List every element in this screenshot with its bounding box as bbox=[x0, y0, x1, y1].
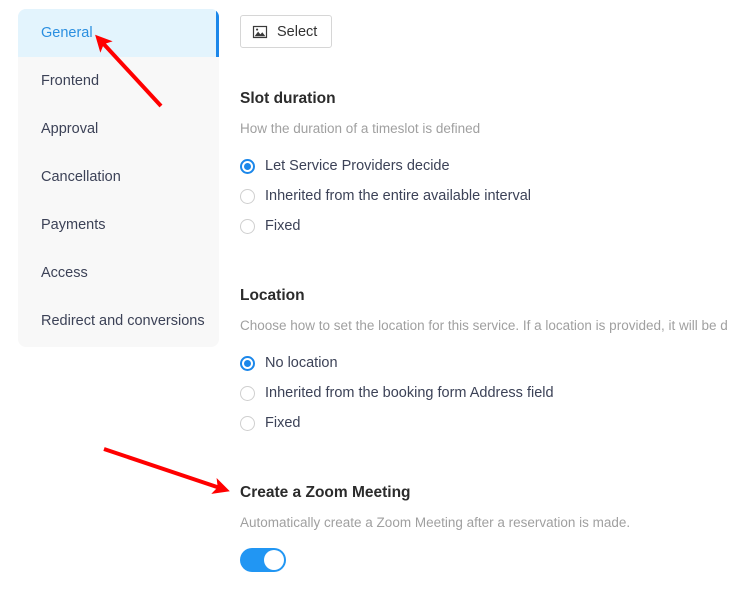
arrow-to-zoom-meeting bbox=[103, 447, 230, 494]
zoom-meeting-toggle[interactable] bbox=[240, 547, 286, 572]
slot-duration-title: Slot duration bbox=[240, 90, 336, 107]
sidebar-item-general[interactable]: General bbox=[18, 9, 219, 57]
sidebar-item-label: Approval bbox=[41, 120, 99, 137]
radio-label: Fixed bbox=[265, 415, 301, 432]
sidebar-item-label: Payments bbox=[41, 216, 106, 233]
settings-main-panel: Select Slot duration How the duration of… bbox=[240, 0, 747, 599]
sidebar-item-payments[interactable]: Payments bbox=[18, 201, 219, 249]
settings-sidebar: General Frontend Approval Cancellation P… bbox=[18, 9, 219, 347]
zoom-meeting-description: Automatically create a Zoom Meeting afte… bbox=[240, 515, 631, 531]
slot-duration-section: Slot duration How the duration of a time… bbox=[240, 90, 747, 242]
radio-mark bbox=[240, 386, 255, 402]
radio-label: Inherited from the booking form Address … bbox=[265, 385, 554, 402]
radio-mark bbox=[240, 219, 255, 235]
select-button-label: Select bbox=[277, 23, 318, 40]
sidebar-item-label: Redirect and conversions bbox=[41, 312, 205, 329]
sidebar-item-label: Access bbox=[41, 264, 88, 281]
radio-mark bbox=[240, 416, 255, 432]
image-icon bbox=[252, 24, 268, 40]
sidebar-item-redirect-and-conversions[interactable]: Redirect and conversions bbox=[18, 297, 219, 345]
zoom-meeting-section: Create a Zoom Meeting Automatically crea… bbox=[240, 484, 747, 577]
select-image-button[interactable]: Select bbox=[240, 15, 333, 48]
radio-mark bbox=[240, 189, 255, 205]
active-indicator-bar bbox=[216, 9, 219, 57]
toggle-knob bbox=[264, 549, 284, 570]
location-description: Choose how to set the location for this … bbox=[240, 318, 728, 334]
radio-label: Let Service Providers decide bbox=[265, 158, 450, 175]
radio-slot-duration-inherited-interval[interactable]: Inherited from the entire available inte… bbox=[240, 182, 747, 212]
slot-duration-description: How the duration of a timeslot is define… bbox=[240, 121, 481, 137]
sidebar-item-label: Cancellation bbox=[41, 168, 121, 185]
settings-page: General Frontend Approval Cancellation P… bbox=[0, 0, 747, 599]
radio-label: Fixed bbox=[265, 218, 301, 235]
zoom-meeting-title: Create a Zoom Meeting bbox=[240, 484, 411, 501]
location-section: Location Choose how to set the location … bbox=[240, 287, 747, 439]
radio-mark bbox=[240, 159, 255, 175]
radio-location-inherited-address-field[interactable]: Inherited from the booking form Address … bbox=[240, 379, 747, 409]
radio-slot-duration-fixed[interactable]: Fixed bbox=[240, 212, 747, 242]
radio-location-no-location[interactable]: No location bbox=[240, 349, 747, 379]
radio-mark bbox=[240, 356, 255, 372]
sidebar-item-access[interactable]: Access bbox=[18, 249, 219, 297]
sidebar-item-approval[interactable]: Approval bbox=[18, 105, 219, 153]
radio-label: No location bbox=[265, 355, 338, 372]
sidebar-item-label: Frontend bbox=[41, 72, 100, 89]
sidebar-item-frontend[interactable]: Frontend bbox=[18, 57, 219, 105]
sidebar-item-label: General bbox=[41, 24, 93, 41]
location-title: Location bbox=[240, 287, 305, 304]
radio-label: Inherited from the entire available inte… bbox=[265, 188, 531, 205]
sidebar-item-cancellation[interactable]: Cancellation bbox=[18, 153, 219, 201]
radio-location-fixed[interactable]: Fixed bbox=[240, 409, 747, 439]
radio-slot-duration-let-service-providers-decide[interactable]: Let Service Providers decide bbox=[240, 152, 747, 182]
